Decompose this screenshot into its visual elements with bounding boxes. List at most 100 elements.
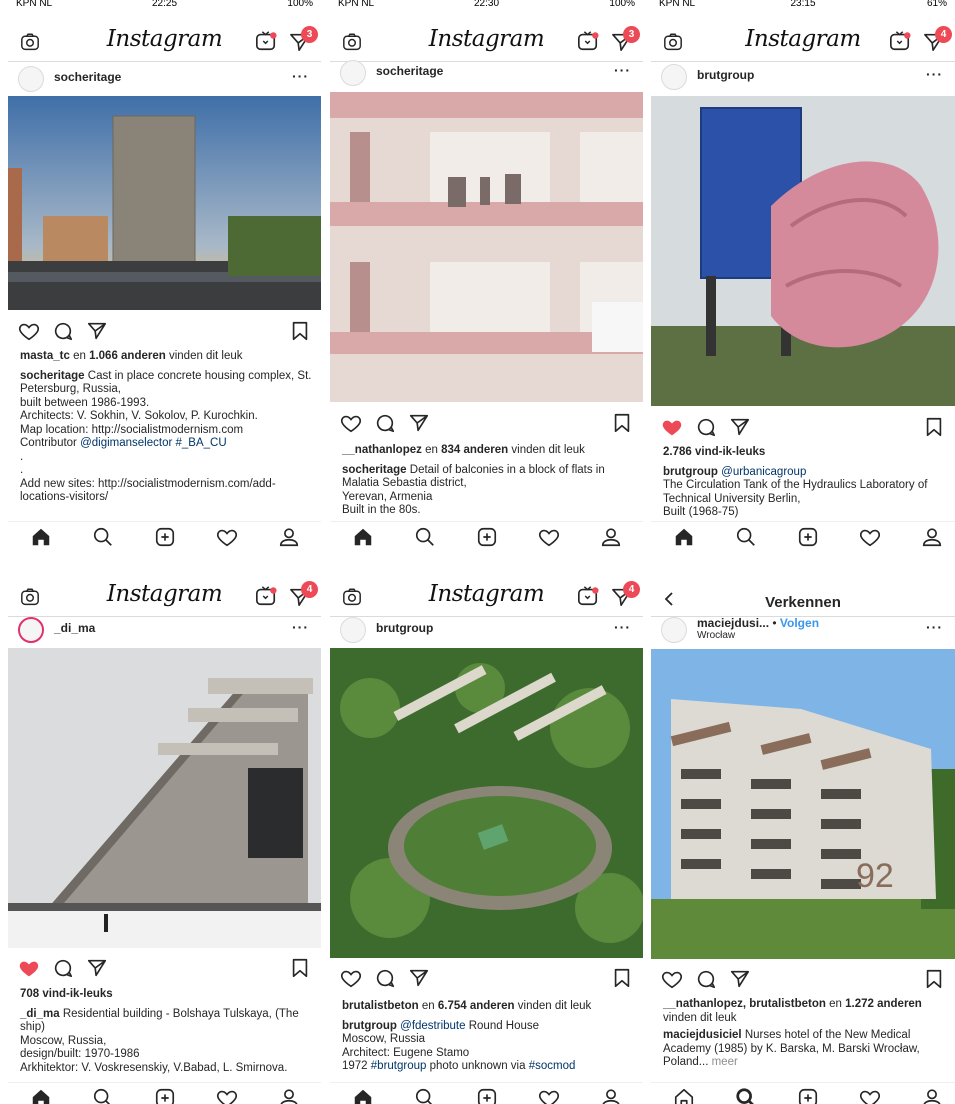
profile-icon[interactable]: [278, 1087, 300, 1104]
comment-icon[interactable]: [695, 416, 717, 438]
igtv-icon[interactable]: [577, 585, 599, 607]
liked-heart-icon[interactable]: [18, 957, 40, 979]
activity-heart-icon[interactable]: [216, 526, 238, 548]
home-icon[interactable]: [352, 526, 374, 548]
search-icon[interactable]: [414, 1087, 436, 1104]
search-icon[interactable]: [92, 1087, 114, 1104]
post-header: brutgroup ···: [330, 613, 643, 645]
share-icon[interactable]: [729, 416, 751, 438]
post-photo[interactable]: 92: [651, 649, 955, 959]
profile-icon[interactable]: [278, 526, 300, 548]
activity-heart-icon[interactable]: [538, 1087, 560, 1104]
profile-icon[interactable]: [600, 1087, 622, 1104]
comment-icon[interactable]: [52, 320, 74, 342]
comment-icon[interactable]: [52, 957, 74, 979]
post-actions: [651, 412, 955, 442]
more-options-icon[interactable]: ···: [292, 619, 309, 635]
more-options-icon[interactable]: ···: [926, 619, 943, 635]
activity-heart-icon[interactable]: [859, 1087, 881, 1104]
post-username[interactable]: socheritage: [54, 70, 121, 84]
screen-4: Instagram 4 _di_ma ··· 708 vind-ik-leuks…: [8, 567, 321, 1104]
share-icon[interactable]: [408, 412, 430, 434]
likes-line[interactable]: brutalistbeton en 6.754 anderen vinden d…: [342, 1000, 635, 1014]
liked-heart-icon[interactable]: [661, 416, 683, 438]
share-icon[interactable]: [86, 320, 108, 342]
screen-6: Verkennen maciejdusi... • Volgen Wrocław…: [651, 567, 955, 1104]
post-photo[interactable]: [8, 648, 321, 948]
profile-icon[interactable]: [921, 526, 943, 548]
more-options-icon[interactable]: ···: [292, 68, 309, 84]
screen-1: KPN NL 22:25 100% Instagram 3 socheritag…: [8, 0, 321, 551]
add-post-icon[interactable]: [797, 526, 819, 548]
avatar[interactable]: [18, 617, 44, 643]
igtv-icon[interactable]: [577, 30, 599, 52]
home-icon[interactable]: [30, 526, 52, 548]
activity-heart-icon[interactable]: [216, 1087, 238, 1104]
search-icon[interactable]: [414, 526, 436, 548]
avatar[interactable]: [340, 60, 366, 86]
avatar[interactable]: [18, 66, 44, 92]
share-icon[interactable]: [408, 967, 430, 989]
likes-line[interactable]: __nathanlopez en 834 anderen vinden dit …: [342, 444, 635, 458]
post-location[interactable]: Wrocław: [697, 630, 735, 641]
comment-icon[interactable]: [374, 967, 396, 989]
add-post-icon[interactable]: [476, 526, 498, 548]
search-icon[interactable]: [735, 526, 757, 548]
save-bookmark-icon[interactable]: [289, 320, 311, 342]
add-post-icon[interactable]: [154, 1087, 176, 1104]
more-options-icon[interactable]: ···: [926, 66, 943, 82]
like-heart-icon[interactable]: [340, 412, 362, 434]
like-heart-icon[interactable]: [661, 968, 683, 990]
avatar[interactable]: [340, 617, 366, 643]
igtv-icon[interactable]: [889, 30, 911, 52]
post-username[interactable]: socheritage: [376, 64, 443, 78]
home-icon[interactable]: [352, 1087, 374, 1104]
home-outline-icon[interactable]: [673, 1087, 695, 1104]
add-post-icon[interactable]: [797, 1087, 819, 1104]
add-post-icon[interactable]: [476, 1087, 498, 1104]
igtv-icon[interactable]: [255, 585, 277, 607]
post-photo[interactable]: [330, 648, 643, 958]
post-username[interactable]: _di_ma: [54, 621, 95, 635]
post-photo[interactable]: [8, 96, 321, 310]
save-bookmark-icon[interactable]: [923, 968, 945, 990]
like-heart-icon[interactable]: [18, 320, 40, 342]
likes-line[interactable]: __nathanlopez, brutalistbeton en 1.272 a…: [663, 998, 947, 1025]
likes-count[interactable]: 2.786 vind-ik-leuks: [663, 446, 947, 460]
post-username[interactable]: brutgroup: [376, 621, 433, 635]
screen-5: Instagram 4 brutgroup ··· brutalistbeton…: [330, 567, 643, 1104]
igtv-icon[interactable]: [255, 30, 277, 52]
save-bookmark-icon[interactable]: [611, 967, 633, 989]
search-icon[interactable]: [92, 526, 114, 548]
home-icon[interactable]: [30, 1087, 52, 1104]
add-post-icon[interactable]: [154, 526, 176, 548]
likes-count[interactable]: 708 vind-ik-leuks: [20, 988, 313, 1002]
follow-button[interactable]: Volgen: [780, 616, 819, 630]
more-options-icon[interactable]: ···: [614, 619, 631, 635]
post-photo[interactable]: [330, 92, 643, 402]
search-active-icon[interactable]: [735, 1087, 757, 1104]
comment-icon[interactable]: [695, 968, 717, 990]
avatar[interactable]: [661, 64, 687, 90]
post-username-row: maciejdusi... • Volgen: [697, 616, 820, 630]
comment-icon[interactable]: [374, 412, 396, 434]
save-bookmark-icon[interactable]: [923, 416, 945, 438]
post-username[interactable]: maciejdusi...: [697, 616, 769, 630]
save-bookmark-icon[interactable]: [611, 412, 633, 434]
more-link[interactable]: meer: [708, 1056, 738, 1068]
home-icon[interactable]: [673, 526, 695, 548]
likes-line[interactable]: masta_tc en 1.066 anderen vinden dit leu…: [20, 350, 313, 364]
profile-icon[interactable]: [921, 1087, 943, 1104]
like-heart-icon[interactable]: [340, 967, 362, 989]
activity-heart-icon[interactable]: [538, 526, 560, 548]
share-icon[interactable]: [86, 957, 108, 979]
more-options-icon[interactable]: ···: [614, 62, 631, 78]
avatar[interactable]: [661, 617, 687, 643]
post-username[interactable]: brutgroup: [697, 68, 754, 82]
profile-icon[interactable]: [600, 526, 622, 548]
post-photo[interactable]: [651, 96, 955, 406]
share-icon[interactable]: [729, 968, 751, 990]
save-bookmark-icon[interactable]: [289, 957, 311, 979]
top-bar: Instagram 3: [8, 12, 321, 62]
activity-heart-icon[interactable]: [859, 526, 881, 548]
